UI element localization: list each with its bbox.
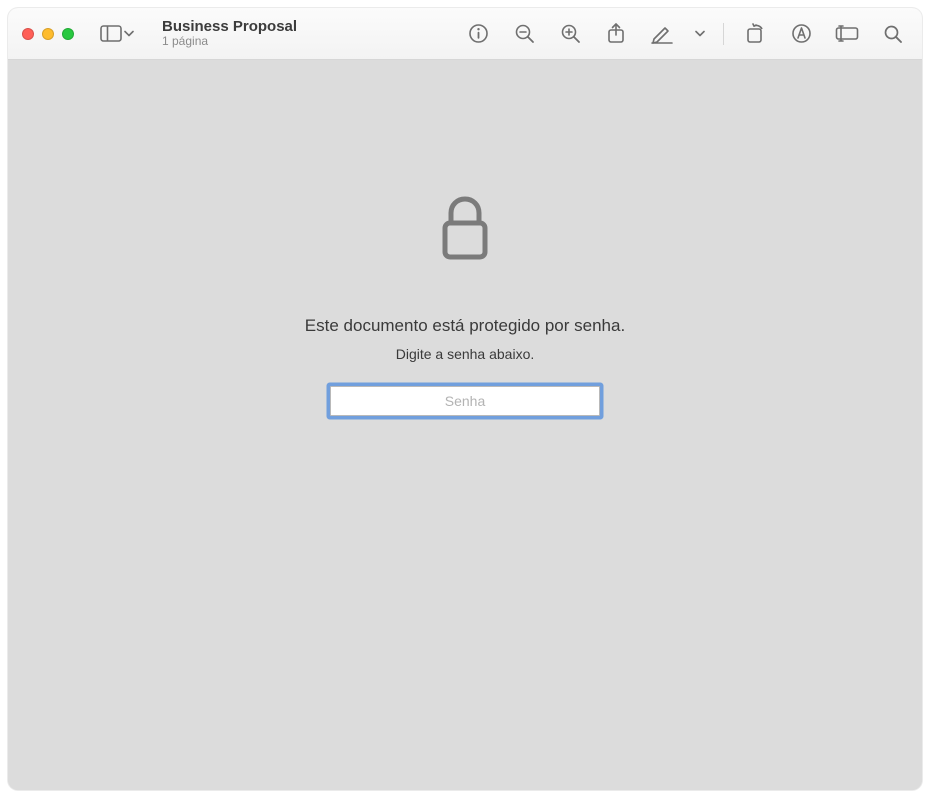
zoom-in-button[interactable] [555,19,585,49]
rotate-icon [744,23,766,45]
sidebar-toggle-button[interactable] [94,21,140,46]
close-window-button[interactable] [22,28,34,40]
highlight-menu-button[interactable] [693,19,707,49]
chevron-down-icon [695,30,705,37]
share-icon [606,22,626,45]
markup-icon [791,23,812,44]
app-window: Business Proposal 1 página [8,8,922,790]
markup-button[interactable] [786,19,816,49]
rotate-button[interactable] [740,19,770,49]
document-title: Business Proposal [162,18,297,35]
zoom-out-icon [514,23,535,44]
minimize-window-button[interactable] [42,28,54,40]
inspector-button[interactable] [463,19,493,49]
toolbar [463,19,908,49]
password-input[interactable] [330,386,600,416]
window-controls [22,28,74,40]
share-button[interactable] [601,19,631,49]
highlight-icon [651,24,673,44]
locked-instruction: Digite a senha abaixo. [396,346,535,362]
info-icon [468,23,489,44]
document-page-count: 1 página [162,35,297,49]
lock-icon [438,195,492,268]
form-fill-button[interactable] [832,19,862,49]
titlebar: Business Proposal 1 página [8,8,922,60]
chevron-down-icon [124,30,134,37]
form-icon [835,25,859,42]
zoom-out-button[interactable] [509,19,539,49]
search-button[interactable] [878,19,908,49]
search-icon [883,24,903,44]
title-block: Business Proposal 1 página [160,18,297,49]
toolbar-divider [723,23,724,45]
fullscreen-window-button[interactable] [62,28,74,40]
highlight-button[interactable] [647,19,677,49]
content-area: Este documento está protegido por senha.… [8,60,922,790]
locked-headline: Este documento está protegido por senha. [305,316,625,336]
zoom-in-icon [560,23,581,44]
sidebar-icon [100,25,122,42]
